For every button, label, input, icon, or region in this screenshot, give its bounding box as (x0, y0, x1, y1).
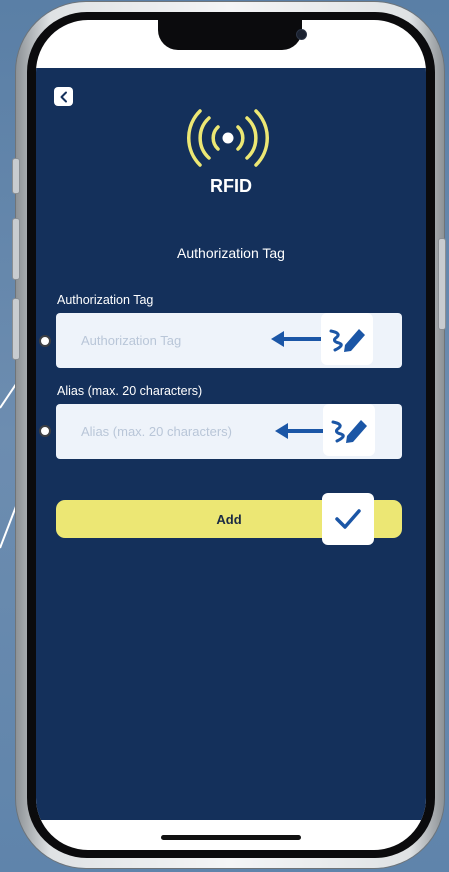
section-title: Authorization Tag (177, 245, 285, 261)
tag-edit-box[interactable] (321, 313, 373, 365)
rfid-signal-icon (186, 109, 270, 167)
back-button[interactable] (54, 87, 73, 106)
signature-pen-icon (331, 420, 367, 443)
rfid-title: RFID (210, 176, 252, 196)
chevron-left-icon (60, 91, 67, 102)
phone-screen: RFID Authorization Tag Authorization Tag… (36, 20, 426, 850)
annotation-dot (39, 335, 51, 347)
app-view: RFID Authorization Tag Authorization Tag… (36, 68, 426, 820)
authorization-tag-label: Authorization Tag (57, 293, 154, 307)
annotation-dot (39, 425, 51, 437)
volume-down-button (12, 298, 20, 360)
mute-switch (12, 158, 20, 194)
notch (158, 20, 307, 50)
arrow-left-icon (275, 423, 325, 439)
volume-up-button (12, 218, 20, 280)
power-button (438, 238, 446, 330)
arrow-left-icon (271, 331, 321, 347)
alias-label: Alias (max. 20 characters) (57, 384, 203, 398)
front-camera (296, 29, 307, 40)
home-indicator[interactable] (161, 835, 301, 840)
confirm-box[interactable] (322, 493, 374, 545)
alias-edit-box[interactable] (323, 404, 375, 456)
signature-pen-icon (329, 329, 365, 352)
checkmark-icon (335, 509, 361, 529)
